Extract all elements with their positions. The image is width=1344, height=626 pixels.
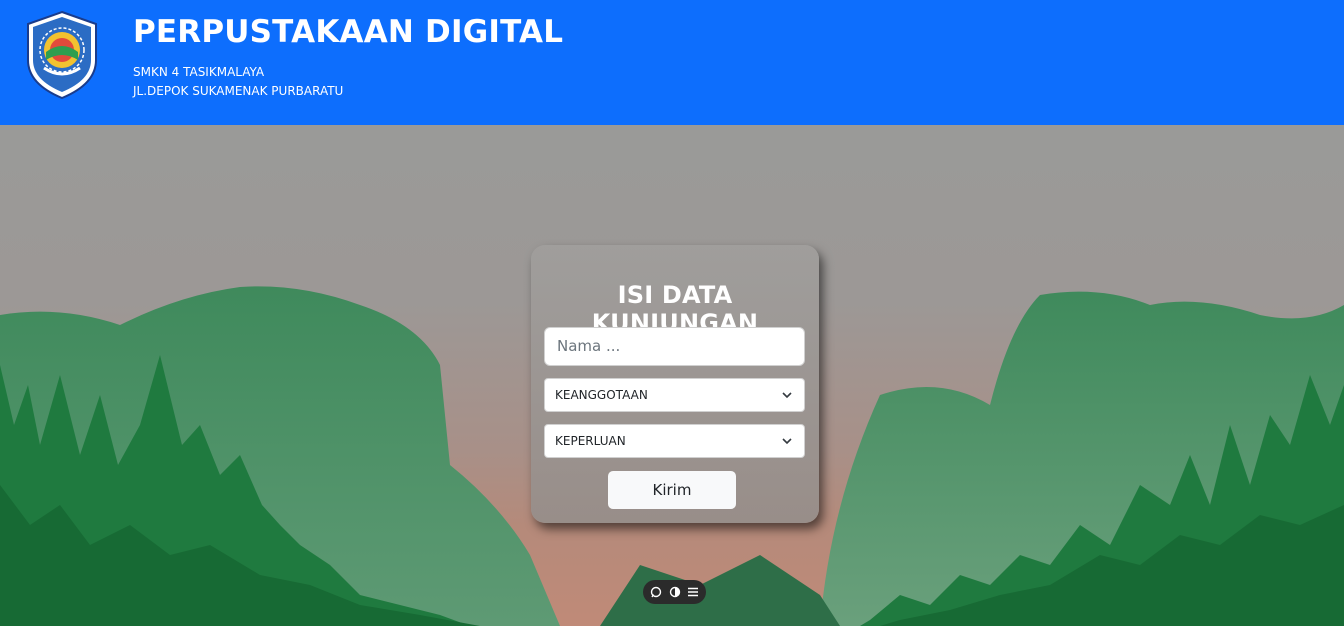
submit-button[interactable]: Kirim	[608, 471, 736, 509]
school-name: SMKN 4 TASIKMALAYA	[133, 65, 265, 79]
header: PERPUSTAKAAN DIGITAL SMKN 4 TASIKMALAYA …	[0, 0, 1344, 125]
purpose-select-value: KEPERLUAN	[555, 434, 626, 448]
purpose-select[interactable]: KEPERLUAN	[544, 424, 805, 458]
name-input[interactable]: Nama ...	[544, 327, 805, 366]
chevron-down-icon	[782, 392, 792, 399]
site-title: PERPUSTAKAAN DIGITAL	[133, 14, 564, 50]
visit-form-card: ISI DATA KUNJUNGAN Nama ... KEANGGOTAAN …	[531, 245, 819, 523]
school-address: JL.DEPOK SUKAMENAK PURBARATU	[133, 84, 344, 98]
menu-icon[interactable]	[687, 586, 699, 598]
membership-select-value: KEANGGOTAAN	[555, 388, 648, 402]
school-emblem-icon	[24, 10, 100, 100]
membership-select[interactable]: KEANGGOTAAN	[544, 378, 805, 412]
chat-icon[interactable]	[650, 586, 662, 598]
chevron-down-icon	[782, 438, 792, 445]
floating-toolbar	[643, 580, 706, 604]
contrast-icon[interactable]	[669, 586, 681, 598]
